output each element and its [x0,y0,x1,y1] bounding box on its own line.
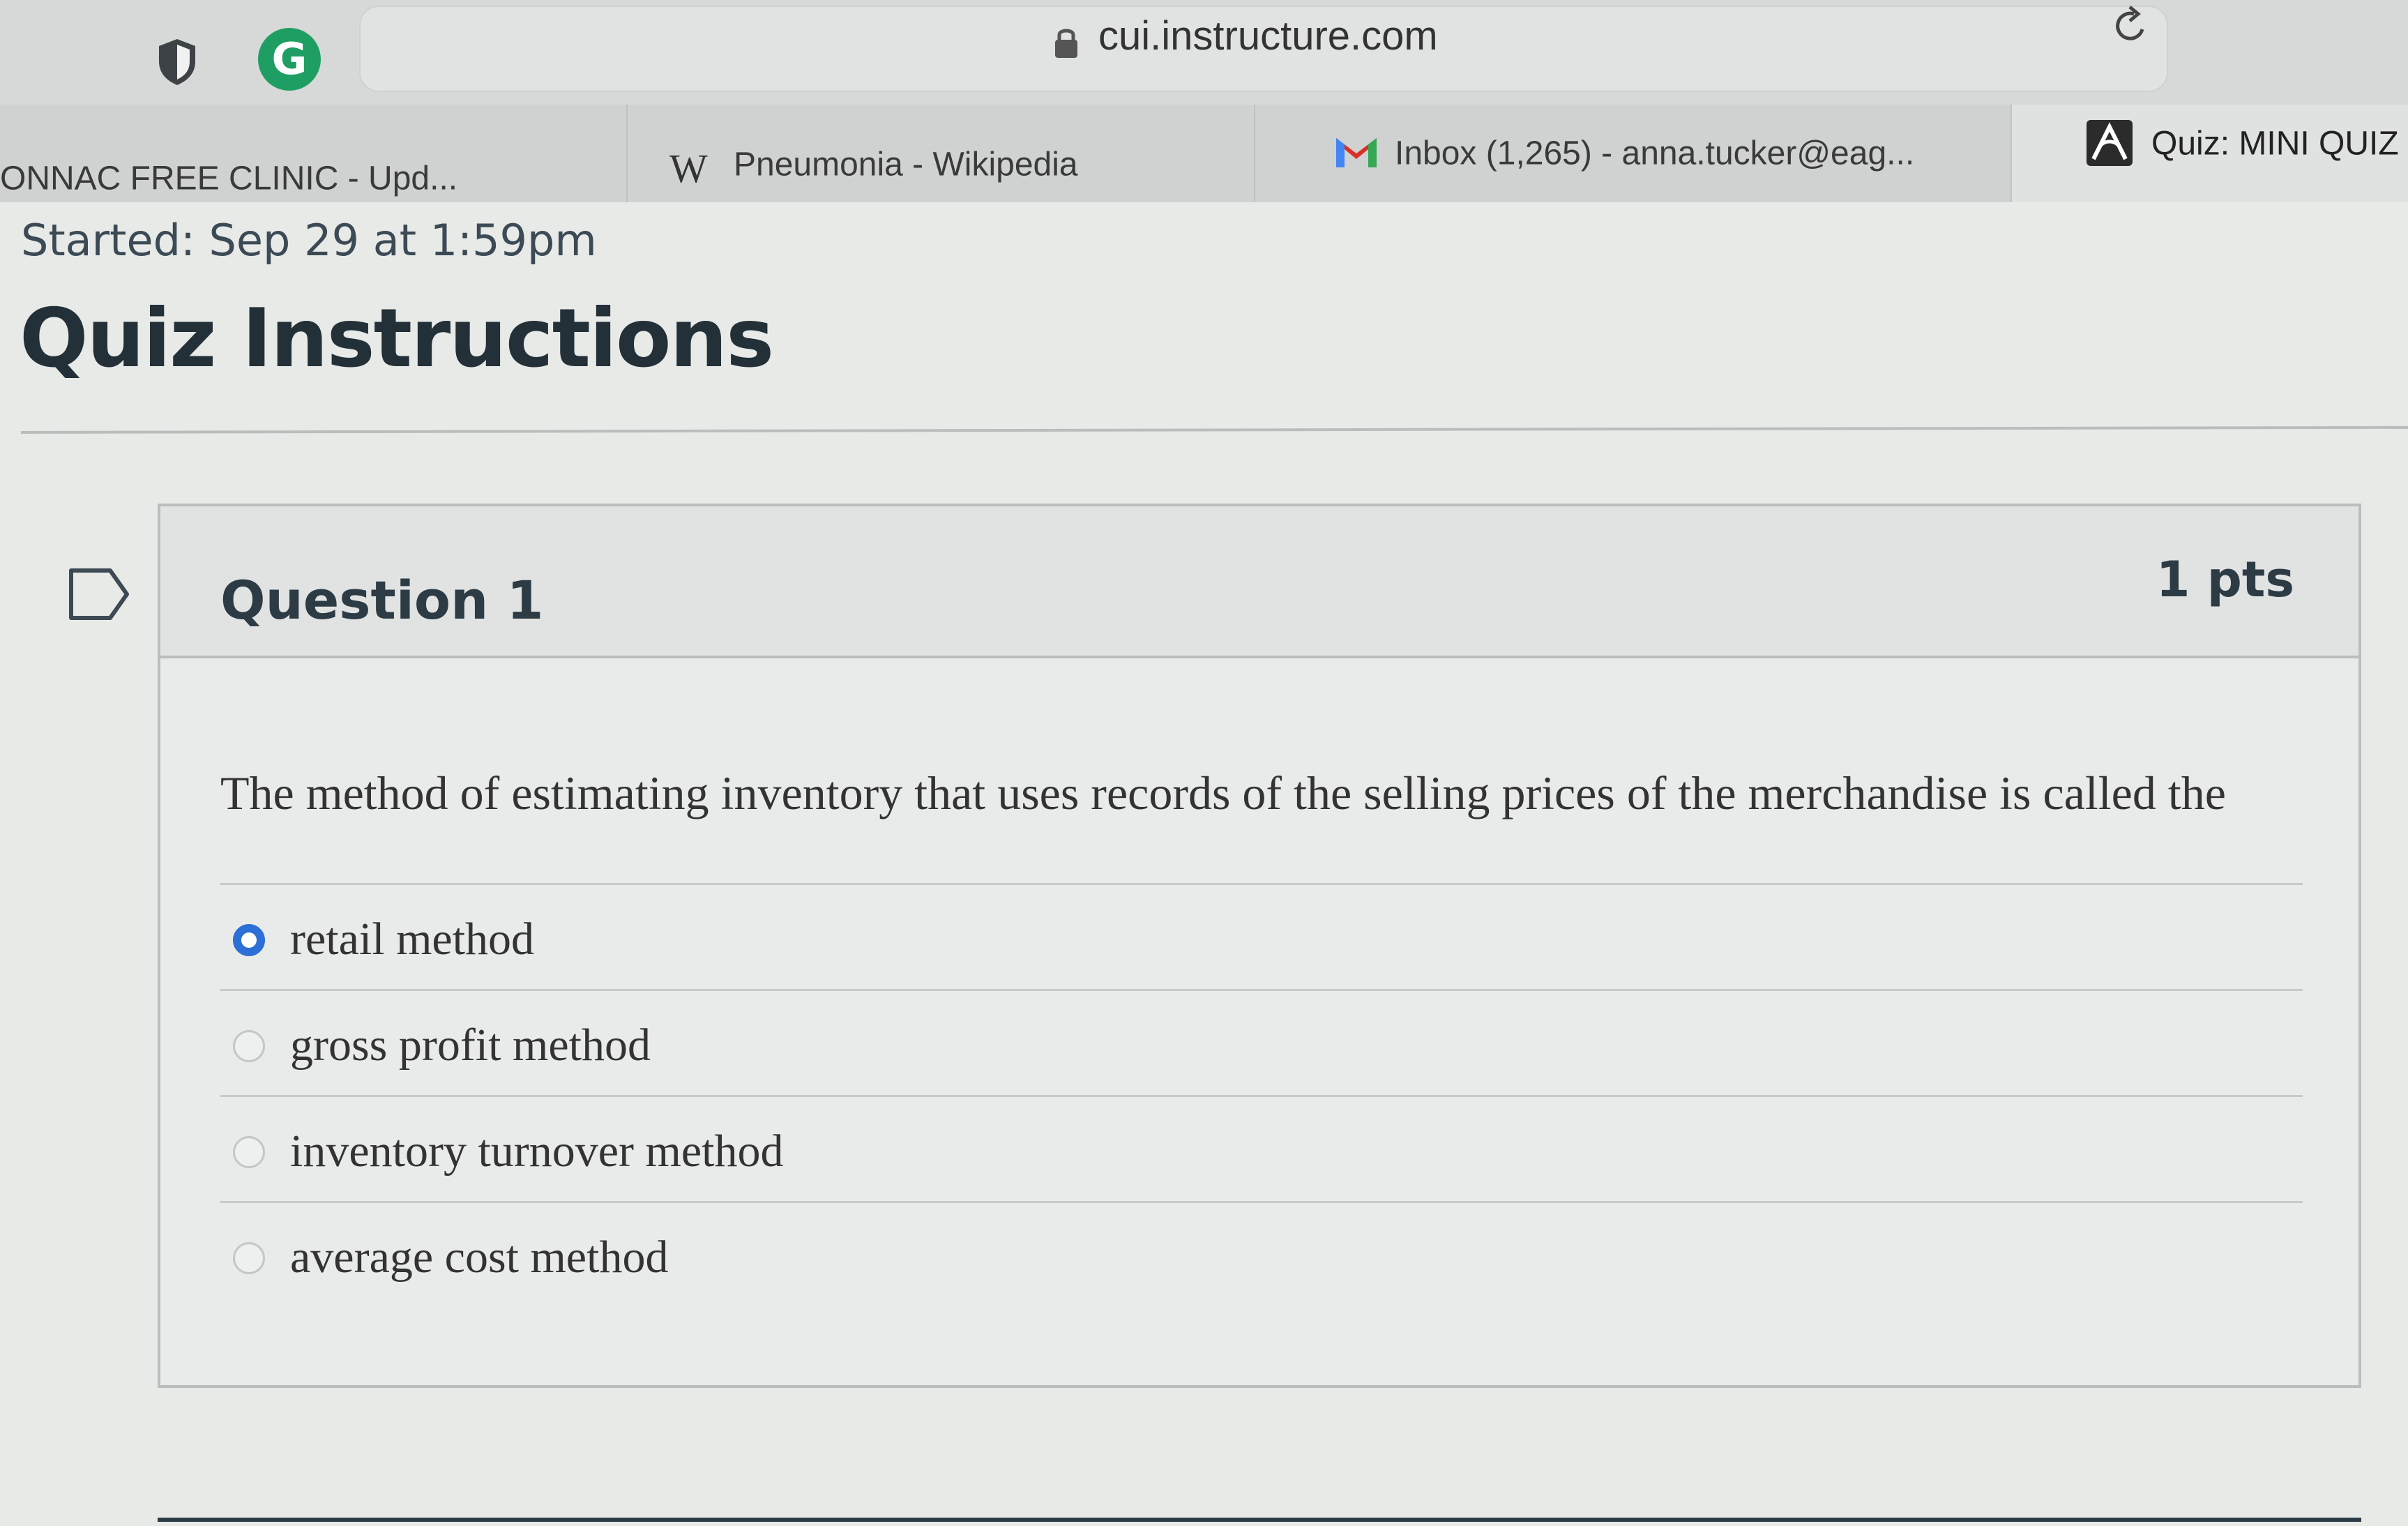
next-question-border [158,1518,2361,1522]
reload-icon[interactable] [2106,1,2155,50]
question-text: The method of estimating inventory that … [220,766,2226,819]
lock-icon [1055,29,1077,58]
wikipedia-icon: W [669,146,708,191]
question-header: Question 1 1 pts [160,506,2358,658]
tab-label: Pneumonia - Wikipedia [734,146,1078,183]
answer-option[interactable]: retail method [220,883,2303,989]
question-card: Question 1 1 pts The method of estimatin… [158,504,2361,1388]
radio-button[interactable] [233,1030,265,1062]
question-points: 1 pts [2156,551,2294,608]
canvas-quiz-icon [2087,120,2133,166]
tab-wikipedia[interactable]: Pneumonia - Wikipedia [628,105,1255,202]
question-title: Question 1 [220,569,544,631]
answer-label[interactable]: average cost method [290,1231,668,1284]
gmail-icon [1336,138,1377,167]
radio-button[interactable] [233,1136,265,1168]
tab-strip: ONNAC FREE CLINIC - Upd... Pneumonia - W… [0,105,2408,202]
answer-list: retail method gross profit method invent… [220,883,2303,1307]
page-title: Quiz Instructions [20,292,774,386]
browser-toolbar: G cui.instructure.com [0,0,2408,105]
answer-label[interactable]: gross profit method [290,1019,651,1072]
answer-label[interactable]: retail method [290,913,534,966]
divider [20,425,2408,434]
tab-label: ONNAC FREE CLINIC - Upd... [0,160,458,197]
answer-option[interactable]: inventory turnover method [220,1095,2303,1201]
radio-button[interactable] [233,1242,265,1274]
answer-label[interactable]: inventory turnover method [290,1125,784,1178]
tab-label: Inbox (1,265) - anna.tucker@eag... [1395,135,1915,172]
grammarly-icon[interactable]: G [258,28,321,91]
quiz-started-time: Started: Sep 29 at 1:59pm [21,215,597,266]
url-text[interactable]: cui.instructure.com [1098,13,1438,59]
answer-option[interactable]: gross profit method [220,989,2303,1095]
tab-clinic[interactable]: ONNAC FREE CLINIC - Upd... [0,105,628,202]
tab-label: Quiz: MINI QUIZ [2151,125,2399,163]
answer-option[interactable]: average cost method [220,1201,2303,1307]
flag-question-icon[interactable] [67,566,131,622]
tab-quiz[interactable]: Quiz: MINI QUIZ [2012,105,2408,202]
radio-button-selected[interactable] [233,924,265,956]
shield-icon[interactable] [155,36,199,86]
